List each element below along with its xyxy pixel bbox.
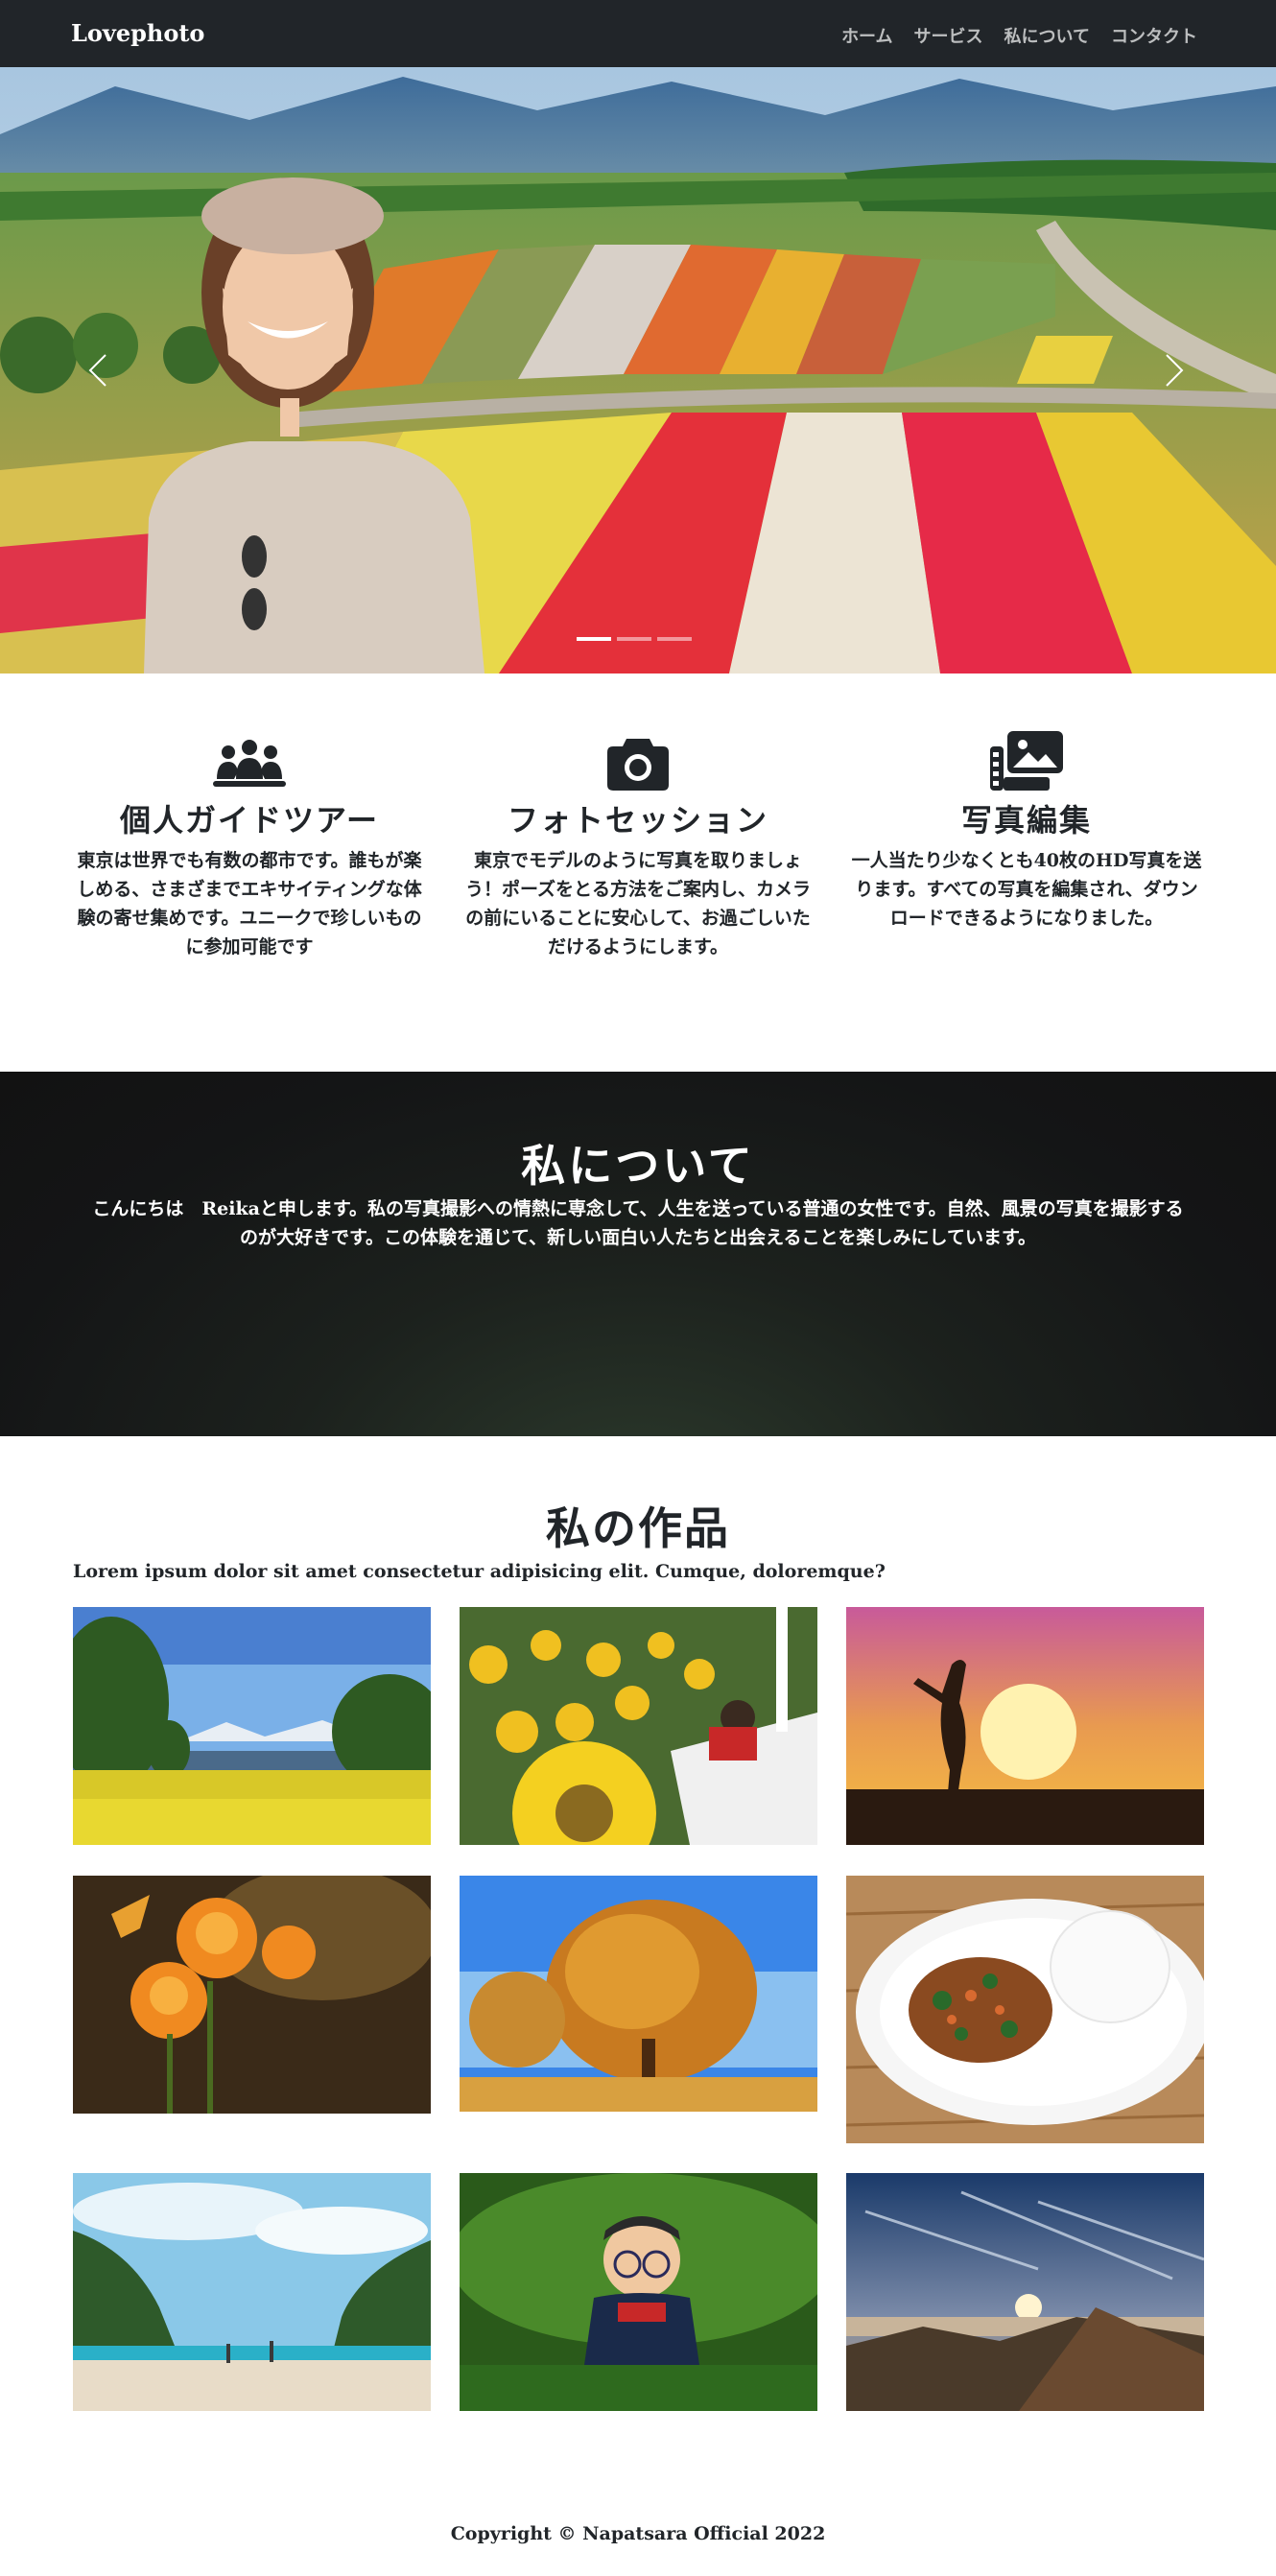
gallery-photo-mountain-sunset[interactable] [846, 2173, 1204, 2411]
gallery-photo-canola-field[interactable] [73, 1607, 431, 1845]
service-title: 個人ガイドツアー [119, 802, 380, 839]
gallery-photo-beach-cliffs[interactable] [73, 2173, 431, 2411]
service-guide-tour: 個人ガイドツアー 東京は世界でも有数の都市です。誰もが楽しめる、さまざまでエキサ… [71, 731, 428, 961]
service-photo-session: フォトセッション 東京でモデルのように写真を取りましょう！ポーズをとる方法をご案… [460, 731, 816, 961]
works-section: 私の作品 Lorem ipsum dolor sit amet consecte… [0, 1436, 1276, 2444]
gallery-photo-boy-glasses[interactable] [460, 2173, 817, 2411]
people-group-icon [213, 740, 286, 787]
camera-icon [607, 739, 669, 791]
gallery-photo-sunset-silhouette[interactable] [846, 1607, 1204, 1845]
nav-link-services[interactable]: サービス [914, 23, 983, 48]
about-title: 私について [521, 1140, 755, 1192]
photo-film-icon [990, 731, 1063, 791]
carousel-next-button[interactable] [1155, 342, 1193, 399]
service-description: 東京は世界でも有数の都市です。誰もが楽しめる、さまざまでエキサイティングな体験の… [77, 850, 422, 957]
nav-link-home[interactable]: ホーム [841, 23, 892, 48]
gallery-photo-basil-pork-rice[interactable] [846, 1876, 1204, 2143]
service-title: フォトセッション [507, 802, 768, 839]
service-description: 東京でモデルのように写真を取りましょう！ポーズをとる方法をご案内し、カメラの前に… [464, 850, 812, 957]
about-text: こんにちは Reikaと申します。私の写真撮影への情熱に専念して、人生を送ってい… [92, 1198, 1184, 1248]
hero-slide-image [0, 67, 1276, 674]
works-lead: Lorem ipsum dolor sit amet consectetur a… [73, 1561, 886, 1582]
chevron-left-icon [88, 354, 106, 387]
nav-link-contact[interactable]: コンタクト [1111, 23, 1197, 48]
about-section: 私について こんにちは Reikaと申します。私の写真撮影への情熱に専念して、人… [0, 1072, 1276, 1436]
carousel-indicator-1[interactable] [577, 637, 611, 641]
service-description: 一人当たり少なくとも40枚のHD写真を送ります。すべての写真を編集され、ダウンロ… [851, 850, 1202, 929]
carousel-indicator-3[interactable] [657, 637, 692, 641]
gallery-photo-sunflower-piano[interactable] [460, 1607, 817, 1845]
chevron-right-icon [1166, 354, 1184, 387]
nav-link-about[interactable]: 私について [1004, 23, 1090, 48]
works-title: 私の作品 [546, 1502, 730, 1554]
hero-carousel [0, 67, 1276, 674]
brand-logo[interactable]: Lovephoto [71, 19, 204, 47]
footer-copyright: Copyright © Napatsara Official 2022 [450, 2523, 826, 2544]
gallery-photo-orange-flowers[interactable] [73, 1876, 431, 2114]
carousel-prev-button[interactable] [79, 342, 117, 399]
carousel-indicator-2[interactable] [617, 637, 651, 641]
carousel-indicators [577, 637, 692, 641]
gallery-photo-autumn-tree[interactable] [460, 1876, 817, 2112]
service-photo-editing: 写真編集 一人当たり少なくとも40枚のHD写真を送ります。すべての写真を編集され… [848, 731, 1205, 933]
services-section: 個人ガイドツアー 東京は世界でも有数の都市です。誰もが楽しめる、さまざまでエキサ… [0, 674, 1276, 1072]
navbar: Lovephoto ホーム サービス 私について コンタクト [0, 0, 1276, 67]
nav-links: ホーム サービス 私について コンタクト [841, 23, 1197, 48]
service-title: 写真編集 [960, 802, 1092, 839]
